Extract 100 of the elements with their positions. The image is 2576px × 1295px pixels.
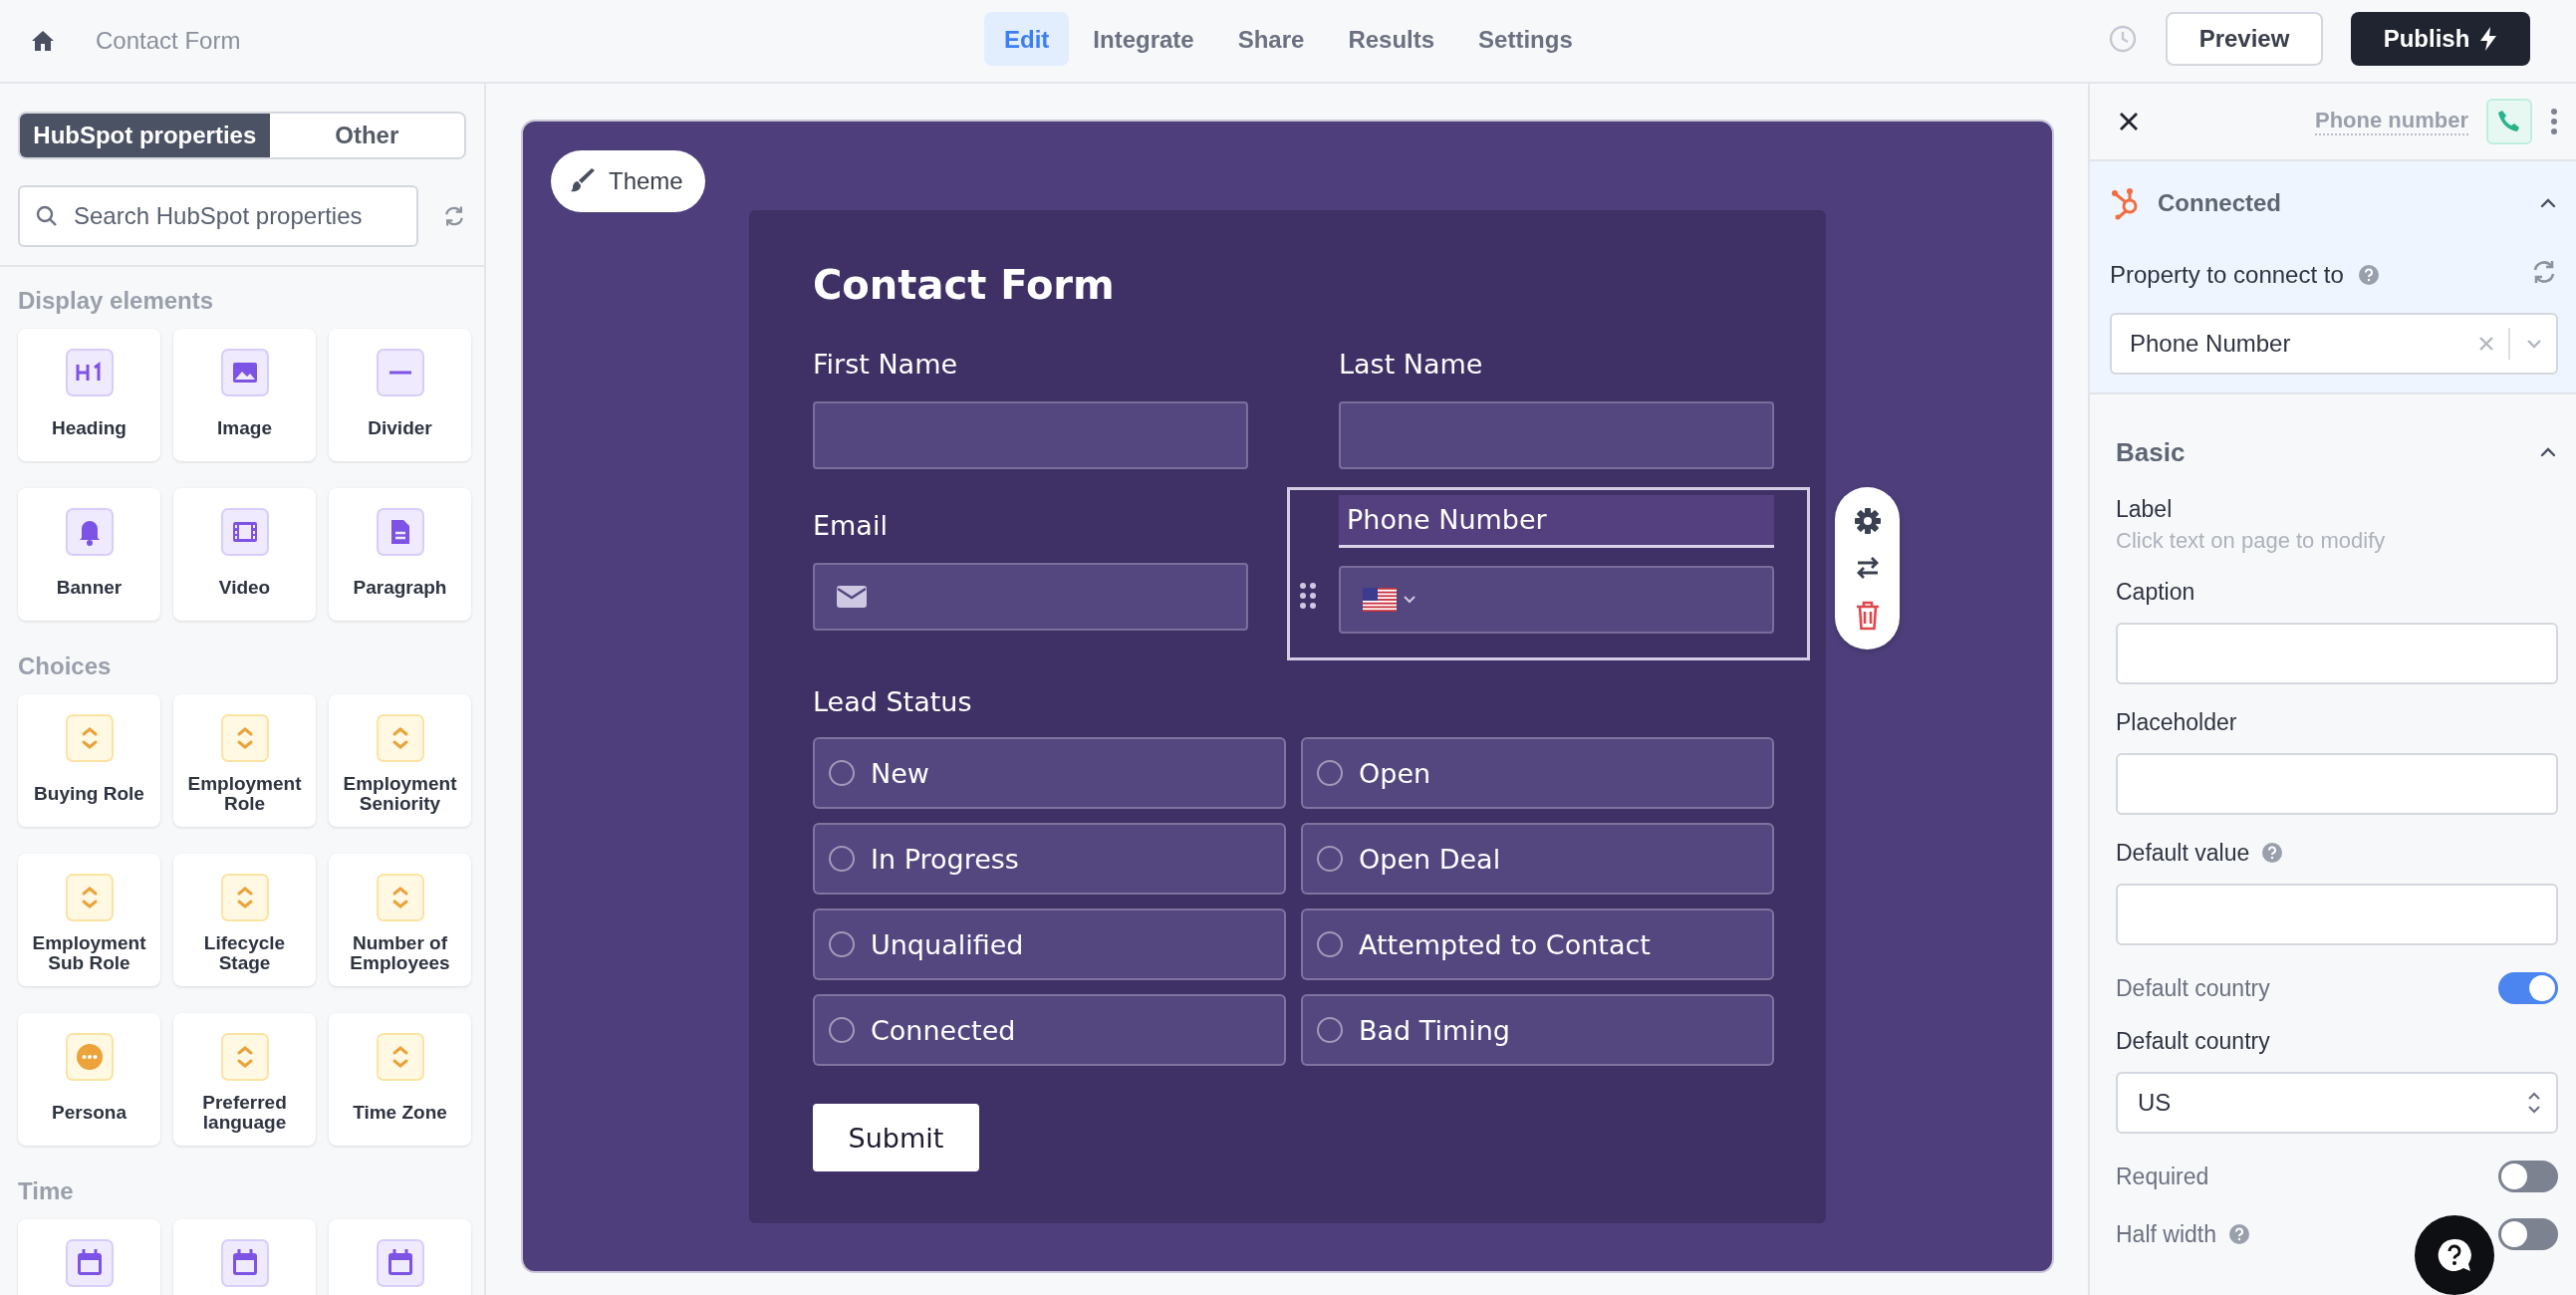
video-icon [220, 508, 269, 556]
toggle-switch[interactable] [2498, 1161, 2558, 1192]
search-field[interactable]: Search HubSpot properties [18, 185, 418, 247]
element-card[interactable]: Employment Role [173, 694, 316, 827]
setting-label: Default value [2116, 839, 2250, 867]
drag-handle-icon[interactable] [1300, 583, 1316, 609]
property-select[interactable]: Phone Number [2110, 313, 2558, 375]
choice-icon [65, 714, 114, 762]
flag-icon[interactable] [1363, 588, 1397, 612]
element-card[interactable]: Employment Seniority [329, 694, 471, 827]
radio-option[interactable]: Open [1301, 737, 1774, 809]
setting-label: Property to connect to [2110, 261, 2344, 289]
home-icon[interactable] [30, 29, 56, 53]
date-icon [376, 1239, 424, 1287]
radio-option[interactable]: Connected [813, 994, 1286, 1066]
element-card[interactable]: Heading [18, 329, 160, 461]
up-down-chevron-icon [2526, 1090, 2542, 1116]
panel-tab[interactable]: Other [269, 114, 464, 157]
caret-icon[interactable] [1403, 595, 1417, 605]
paragraph-icon [376, 508, 424, 556]
radio-option[interactable]: Bad Timing [1301, 994, 1774, 1066]
help-icon[interactable] [2357, 264, 2380, 286]
preview-button[interactable]: Preview [2166, 12, 2323, 66]
nav-tab[interactable]: Integrate [1073, 12, 1214, 66]
more-icon[interactable] [2550, 108, 2558, 135]
connection-status: Connected [2158, 189, 2281, 217]
country-select[interactable]: US [2116, 1072, 2558, 1134]
toggle-switch[interactable] [2498, 1218, 2558, 1250]
field-label: Last Name [1339, 348, 1484, 382]
setting-label: Half width [2116, 1220, 2216, 1248]
submit-button[interactable]: Submit [813, 1104, 979, 1171]
nav-tab[interactable]: Results [1328, 12, 1455, 66]
section-heading: Time [18, 1177, 75, 1205]
element-card[interactable]: Banner [18, 488, 160, 621]
nav-tab[interactable]: Share [1217, 12, 1325, 66]
choice-icon [376, 1033, 424, 1081]
section-heading: Choices [18, 652, 113, 680]
choice-icon [376, 714, 424, 762]
trash-icon[interactable] [1854, 600, 1881, 631]
field-label: Lead Status [813, 685, 973, 719]
radio-option[interactable]: Unqualified [813, 908, 1286, 980]
nav-tab[interactable]: Settings [1458, 12, 1593, 66]
element-card[interactable]: Divider [329, 329, 471, 461]
publish-button[interactable]: Publish [2351, 12, 2530, 66]
radio-option[interactable]: Open Deal [1301, 823, 1774, 895]
text-input[interactable] [1339, 401, 1774, 469]
image-icon [220, 349, 269, 396]
choice-icon [376, 874, 424, 921]
toggle-switch[interactable] [2498, 972, 2558, 1004]
phone-input[interactable] [1339, 566, 1774, 634]
field-label: First Name [813, 348, 959, 382]
radio-option[interactable]: New [813, 737, 1286, 809]
search-icon [36, 205, 58, 227]
help-icon[interactable] [2261, 842, 2284, 864]
element-card[interactable]: Video [173, 488, 316, 621]
element-card[interactable]: Time Zone [329, 1013, 471, 1146]
lightning-icon [2479, 26, 2498, 52]
section-heading: Basic [2116, 436, 2186, 468]
heading-icon [65, 349, 114, 396]
setting-label: Caption [2116, 578, 2195, 606]
choice-icon [220, 714, 269, 762]
element-card[interactable]: Lifecycle Stage [173, 854, 316, 986]
text-input[interactable] [813, 401, 1248, 469]
element-card[interactable]: Image [173, 329, 316, 461]
radio-option[interactable]: In Progress [813, 823, 1286, 895]
choice-icon [65, 874, 114, 921]
text-field[interactable] [2116, 623, 2558, 684]
hint-text: Click text on page to modify [2116, 528, 2387, 554]
email-input[interactable] [813, 563, 1248, 631]
phone-icon [2486, 99, 2532, 144]
section-heading: Display elements [18, 287, 215, 315]
form-title: Contact Form [96, 27, 241, 55]
element-card[interactable]: Number of Employees [329, 854, 471, 986]
element-card[interactable]: Buying Role [18, 694, 160, 827]
brush-icon [571, 168, 597, 194]
element-card[interactable]: Paragraph [329, 488, 471, 621]
setting-label: Default country [2116, 974, 2270, 1002]
field-label[interactable]: Phone Number [1339, 495, 1774, 548]
banner-icon [65, 508, 114, 556]
panel-tab[interactable]: HubSpot properties [20, 114, 270, 157]
help-icon[interactable] [2228, 1223, 2250, 1245]
setting-label: Placeholder [2116, 708, 2237, 736]
element-card[interactable]: Preferred language [173, 1013, 316, 1146]
clear-icon[interactable] [2478, 336, 2494, 352]
setting-label: Label [2116, 494, 2174, 524]
text-field[interactable] [2116, 884, 2558, 945]
settings-icon[interactable] [1852, 506, 1883, 537]
date-icon [220, 1239, 269, 1287]
radio-option[interactable]: Attempted to Contact [1301, 908, 1774, 980]
element-card[interactable]: Persona [18, 1013, 160, 1146]
envelope-icon [837, 586, 867, 608]
choice-icon [220, 874, 269, 921]
setting-label: Required [2116, 1163, 2209, 1190]
close-icon[interactable] [2118, 111, 2140, 132]
theme-button[interactable]: Theme [551, 150, 705, 212]
text-field[interactable] [2116, 753, 2558, 815]
persona-icon [65, 1033, 114, 1081]
element-card[interactable]: Employment Sub Role [18, 854, 160, 986]
setting-label: Default country [2116, 1027, 2270, 1055]
form-heading: Contact Form [813, 262, 1116, 310]
